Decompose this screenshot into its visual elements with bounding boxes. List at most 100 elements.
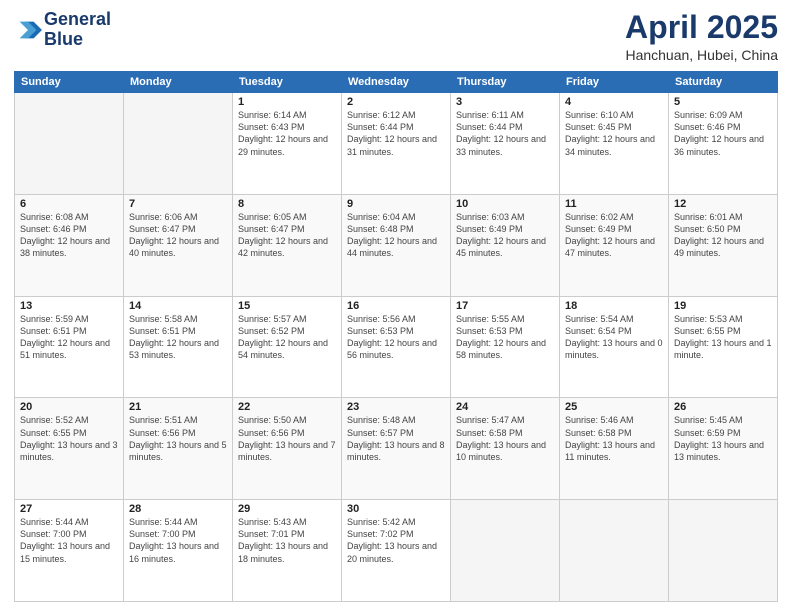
table-row: 17Sunrise: 5:55 AMSunset: 6:53 PMDayligh… [451, 296, 560, 398]
day-number: 2 [347, 96, 445, 108]
page: General Blue April 2025 Hanchuan, Hubei,… [0, 0, 792, 612]
table-row [15, 93, 124, 195]
day-number: 23 [347, 401, 445, 413]
day-number: 29 [238, 503, 336, 515]
weekday-thursday: Thursday [451, 72, 560, 93]
title-block: April 2025 Hanchuan, Hubei, China [625, 10, 778, 63]
day-info: Sunrise: 5:42 AMSunset: 7:02 PMDaylight:… [347, 516, 445, 565]
table-row: 11Sunrise: 6:02 AMSunset: 6:49 PMDayligh… [560, 194, 669, 296]
weekday-tuesday: Tuesday [233, 72, 342, 93]
table-row: 23Sunrise: 5:48 AMSunset: 6:57 PMDayligh… [342, 398, 451, 500]
table-row: 12Sunrise: 6:01 AMSunset: 6:50 PMDayligh… [669, 194, 778, 296]
month-title: April 2025 [625, 10, 778, 45]
day-number: 20 [20, 401, 118, 413]
day-number: 5 [674, 96, 772, 108]
weekday-saturday: Saturday [669, 72, 778, 93]
day-info: Sunrise: 5:57 AMSunset: 6:52 PMDaylight:… [238, 313, 336, 362]
table-row [124, 93, 233, 195]
table-row: 25Sunrise: 5:46 AMSunset: 6:58 PMDayligh… [560, 398, 669, 500]
day-number: 1 [238, 96, 336, 108]
table-row: 20Sunrise: 5:52 AMSunset: 6:55 PMDayligh… [15, 398, 124, 500]
day-info: Sunrise: 6:04 AMSunset: 6:48 PMDaylight:… [347, 211, 445, 260]
table-row [451, 500, 560, 602]
table-row: 15Sunrise: 5:57 AMSunset: 6:52 PMDayligh… [233, 296, 342, 398]
day-number: 7 [129, 198, 227, 210]
day-info: Sunrise: 6:05 AMSunset: 6:47 PMDaylight:… [238, 211, 336, 260]
day-number: 8 [238, 198, 336, 210]
table-row: 26Sunrise: 5:45 AMSunset: 6:59 PMDayligh… [669, 398, 778, 500]
day-info: Sunrise: 5:48 AMSunset: 6:57 PMDaylight:… [347, 414, 445, 463]
day-number: 25 [565, 401, 663, 413]
table-row: 7Sunrise: 6:06 AMSunset: 6:47 PMDaylight… [124, 194, 233, 296]
day-info: Sunrise: 5:52 AMSunset: 6:55 PMDaylight:… [20, 414, 118, 463]
day-number: 13 [20, 300, 118, 312]
day-info: Sunrise: 5:51 AMSunset: 6:56 PMDaylight:… [129, 414, 227, 463]
table-row: 14Sunrise: 5:58 AMSunset: 6:51 PMDayligh… [124, 296, 233, 398]
day-info: Sunrise: 5:44 AMSunset: 7:00 PMDaylight:… [20, 516, 118, 565]
day-number: 3 [456, 96, 554, 108]
day-number: 30 [347, 503, 445, 515]
week-row-4: 27Sunrise: 5:44 AMSunset: 7:00 PMDayligh… [15, 500, 778, 602]
day-number: 28 [129, 503, 227, 515]
day-info: Sunrise: 5:50 AMSunset: 6:56 PMDaylight:… [238, 414, 336, 463]
day-info: Sunrise: 5:43 AMSunset: 7:01 PMDaylight:… [238, 516, 336, 565]
day-number: 21 [129, 401, 227, 413]
day-number: 9 [347, 198, 445, 210]
table-row: 6Sunrise: 6:08 AMSunset: 6:46 PMDaylight… [15, 194, 124, 296]
day-info: Sunrise: 5:53 AMSunset: 6:55 PMDaylight:… [674, 313, 772, 362]
day-info: Sunrise: 6:02 AMSunset: 6:49 PMDaylight:… [565, 211, 663, 260]
day-info: Sunrise: 5:56 AMSunset: 6:53 PMDaylight:… [347, 313, 445, 362]
day-info: Sunrise: 6:01 AMSunset: 6:50 PMDaylight:… [674, 211, 772, 260]
weekday-monday: Monday [124, 72, 233, 93]
table-row: 27Sunrise: 5:44 AMSunset: 7:00 PMDayligh… [15, 500, 124, 602]
day-info: Sunrise: 5:58 AMSunset: 6:51 PMDaylight:… [129, 313, 227, 362]
day-number: 26 [674, 401, 772, 413]
day-number: 10 [456, 198, 554, 210]
weekday-wednesday: Wednesday [342, 72, 451, 93]
weekday-row: SundayMondayTuesdayWednesdayThursdayFrid… [15, 72, 778, 93]
day-number: 15 [238, 300, 336, 312]
week-row-0: 1Sunrise: 6:14 AMSunset: 6:43 PMDaylight… [15, 93, 778, 195]
day-info: Sunrise: 6:12 AMSunset: 6:44 PMDaylight:… [347, 109, 445, 158]
table-row: 10Sunrise: 6:03 AMSunset: 6:49 PMDayligh… [451, 194, 560, 296]
day-info: Sunrise: 6:14 AMSunset: 6:43 PMDaylight:… [238, 109, 336, 158]
day-number: 11 [565, 198, 663, 210]
table-row: 28Sunrise: 5:44 AMSunset: 7:00 PMDayligh… [124, 500, 233, 602]
day-number: 17 [456, 300, 554, 312]
day-info: Sunrise: 6:08 AMSunset: 6:46 PMDaylight:… [20, 211, 118, 260]
logo-text-general: General [44, 10, 111, 30]
day-info: Sunrise: 6:10 AMSunset: 6:45 PMDaylight:… [565, 109, 663, 158]
day-info: Sunrise: 5:46 AMSunset: 6:58 PMDaylight:… [565, 414, 663, 463]
table-row [669, 500, 778, 602]
day-info: Sunrise: 5:55 AMSunset: 6:53 PMDaylight:… [456, 313, 554, 362]
table-row: 30Sunrise: 5:42 AMSunset: 7:02 PMDayligh… [342, 500, 451, 602]
table-row: 18Sunrise: 5:54 AMSunset: 6:54 PMDayligh… [560, 296, 669, 398]
day-number: 24 [456, 401, 554, 413]
day-number: 27 [20, 503, 118, 515]
day-info: Sunrise: 5:44 AMSunset: 7:00 PMDaylight:… [129, 516, 227, 565]
table-row: 13Sunrise: 5:59 AMSunset: 6:51 PMDayligh… [15, 296, 124, 398]
week-row-1: 6Sunrise: 6:08 AMSunset: 6:46 PMDaylight… [15, 194, 778, 296]
table-row: 24Sunrise: 5:47 AMSunset: 6:58 PMDayligh… [451, 398, 560, 500]
table-row: 9Sunrise: 6:04 AMSunset: 6:48 PMDaylight… [342, 194, 451, 296]
table-row: 3Sunrise: 6:11 AMSunset: 6:44 PMDaylight… [451, 93, 560, 195]
header: General Blue April 2025 Hanchuan, Hubei,… [14, 10, 778, 63]
table-row: 19Sunrise: 5:53 AMSunset: 6:55 PMDayligh… [669, 296, 778, 398]
day-info: Sunrise: 6:03 AMSunset: 6:49 PMDaylight:… [456, 211, 554, 260]
table-row: 4Sunrise: 6:10 AMSunset: 6:45 PMDaylight… [560, 93, 669, 195]
day-number: 18 [565, 300, 663, 312]
weekday-sunday: Sunday [15, 72, 124, 93]
logo: General Blue [14, 10, 111, 50]
table-row: 16Sunrise: 5:56 AMSunset: 6:53 PMDayligh… [342, 296, 451, 398]
day-info: Sunrise: 5:59 AMSunset: 6:51 PMDaylight:… [20, 313, 118, 362]
weekday-friday: Friday [560, 72, 669, 93]
week-row-3: 20Sunrise: 5:52 AMSunset: 6:55 PMDayligh… [15, 398, 778, 500]
calendar-body: 1Sunrise: 6:14 AMSunset: 6:43 PMDaylight… [15, 93, 778, 602]
table-row: 22Sunrise: 5:50 AMSunset: 6:56 PMDayligh… [233, 398, 342, 500]
day-number: 4 [565, 96, 663, 108]
day-info: Sunrise: 6:09 AMSunset: 6:46 PMDaylight:… [674, 109, 772, 158]
day-number: 14 [129, 300, 227, 312]
day-number: 22 [238, 401, 336, 413]
location-title: Hanchuan, Hubei, China [625, 47, 778, 63]
day-number: 16 [347, 300, 445, 312]
